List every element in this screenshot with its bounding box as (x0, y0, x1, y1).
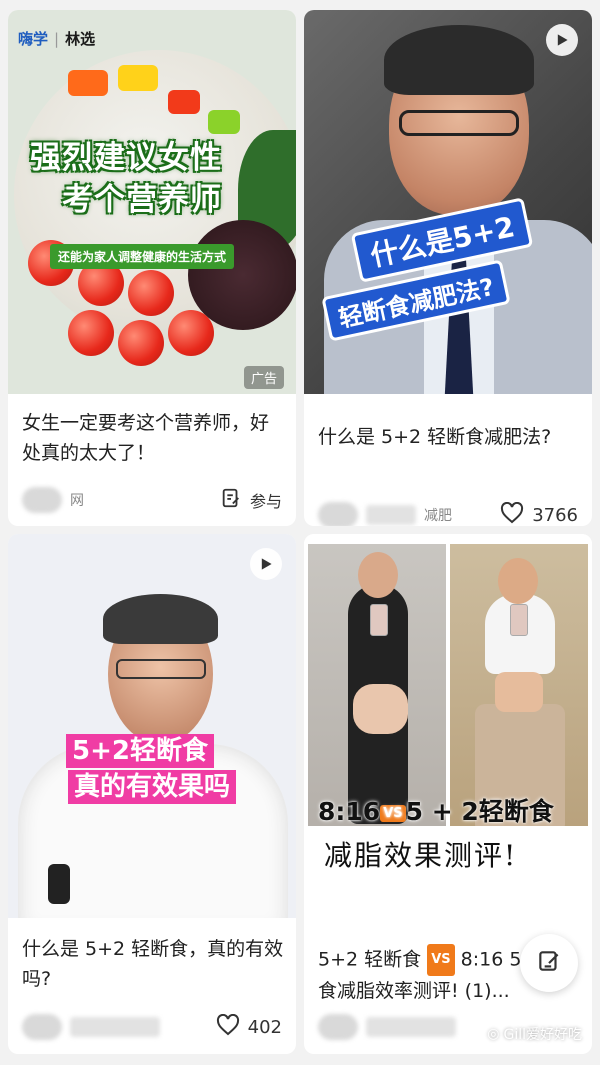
like-count: 3766 (532, 504, 578, 526)
pepper-chunk (168, 90, 200, 114)
belly-shape (353, 684, 408, 734)
after-photo (450, 544, 588, 826)
play-icon[interactable] (546, 24, 578, 56)
card-1-thumbnail[interactable]: 嗨学 | 林选 强烈建议女性 考个营养师 还能为家人调整健康的生活方式 广告 (8, 10, 296, 394)
author-name-blurred (366, 505, 416, 525)
card-1-headline: 强烈建议女性 考个营养师 (30, 137, 222, 221)
author-name-blurred (366, 1017, 456, 1037)
author-name: 减肥 (424, 508, 452, 524)
hair-image (103, 594, 218, 644)
edit-icon (220, 487, 242, 514)
like-button[interactable]: 402 (216, 1013, 282, 1041)
brand-right-label: 林选 (65, 30, 96, 48)
pepper-chunk (208, 110, 240, 134)
caption-part1: 5+2 轻断食 (318, 948, 422, 971)
card-1-meta: 网 参与 (22, 485, 282, 515)
participate-label: 参与 (249, 492, 282, 511)
brand-separator: | (54, 29, 60, 48)
hair-image (384, 25, 534, 95)
vs-badge: VS (427, 944, 455, 976)
like-button[interactable]: 3766 (500, 501, 578, 527)
card-4-thumbnail[interactable]: 8:16 VS 5 + 2轻断食 减脂效果测评! (304, 534, 592, 918)
phone-shape (370, 604, 388, 636)
face-shape (498, 558, 538, 604)
pepper-chunk (68, 70, 108, 96)
card-4-headline-line1: 8:16 VS 5 + 2轻断食 (318, 792, 554, 828)
headline-part2: 5 + 2轻断食 (405, 797, 554, 826)
card-3-caption[interactable]: 什么是 5+2 轻断食，真的有效吗? (22, 934, 284, 994)
card-1-author[interactable]: 网 (22, 487, 84, 513)
tomato (168, 310, 214, 356)
participate-button[interactable]: 参与 (220, 487, 282, 514)
phone-shape (510, 604, 528, 636)
play-icon[interactable] (250, 548, 282, 580)
heart-icon (500, 501, 524, 527)
card-2-thumbnail[interactable]: 什么是5+2 轻断食减肥法? (304, 10, 592, 394)
compose-icon (536, 948, 562, 978)
glasses-image (116, 659, 206, 679)
avatar (22, 1014, 62, 1040)
before-photo (308, 544, 446, 826)
card-1-caption[interactable]: 女生一定要考这个营养师，好处真的太大了！ (22, 408, 284, 468)
brand-left-label: 嗨学 (18, 30, 49, 48)
card-1-headline-line1: 强烈建议女性 (30, 140, 222, 176)
avatar (318, 502, 358, 526)
brand-logo: 嗨学 | 林选 (18, 28, 95, 49)
like-count: 402 (247, 1016, 282, 1038)
belly-shape (495, 672, 543, 712)
compose-button[interactable] (520, 934, 578, 992)
glasses-image (399, 110, 519, 136)
card-4-author[interactable] (318, 1014, 456, 1040)
watermark: ◎ Gill爱好好吃 (487, 1024, 582, 1044)
tomato (68, 310, 114, 356)
card-1-headline-line2: 考个营养师 (62, 182, 222, 218)
author-name-blurred (70, 1017, 160, 1037)
face-shape (358, 552, 398, 598)
card-3-meta: 402 (22, 1012, 282, 1042)
card-1-subheadline: 还能为家人调整健康的生活方式 (50, 244, 235, 269)
avatar (318, 1014, 358, 1040)
watermark-logo-icon: ◎ (487, 1026, 500, 1042)
card-2-caption[interactable]: 什么是 5+2 轻断食减肥法? (318, 422, 580, 452)
card-3-author[interactable] (22, 1014, 160, 1040)
card-3-headline-line1: 5+2轻断食 (66, 734, 214, 768)
wristwatch-image (48, 864, 70, 904)
pepper-chunk (118, 65, 158, 91)
vs-badge: VS (380, 804, 406, 822)
ad-badge: 广告 (243, 366, 284, 389)
avatar (22, 487, 62, 513)
feed-card-3[interactable]: 5+2轻断食 真的有效果吗 什么是 5+2 轻断食，真的有效吗? 402 (8, 534, 296, 1054)
heart-icon (216, 1013, 240, 1041)
feed-card-2[interactable]: 什么是5+2 轻断食减肥法? 什么是 5+2 轻断食减肥法? 减肥 3766 (304, 10, 592, 526)
card-2-meta: 减肥 3766 (318, 500, 578, 526)
tomato (118, 320, 164, 366)
caption-part2: 8:16 5 (460, 948, 522, 971)
feed-card-1[interactable]: 嗨学 | 林选 强烈建议女性 考个营养师 还能为家人调整健康的生活方式 广告 女… (8, 10, 296, 526)
card-3-headline: 5+2轻断食 真的有效果吗 (66, 734, 237, 806)
card-3-thumbnail[interactable]: 5+2轻断食 真的有效果吗 (8, 534, 296, 918)
card-4-headline-line2: 减脂效果测评! (324, 839, 518, 872)
headline-part1: 8:16 (318, 797, 381, 826)
card-2-author[interactable]: 减肥 (318, 502, 452, 526)
author-name: 网 (70, 493, 84, 509)
watermark-text: Gill爱好好吃 (503, 1027, 582, 1043)
card-3-headline-line2: 真的有效果吗 (68, 770, 237, 804)
tomato (128, 270, 174, 316)
